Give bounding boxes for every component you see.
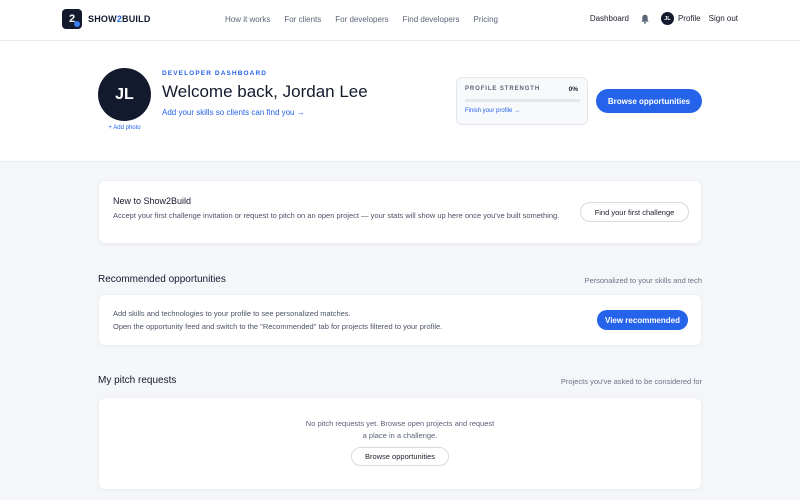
- recommended-section-title: Recommended opportunities: [98, 274, 226, 285]
- pitch-empty-state: No pitch requests yet. Browse open proje…: [99, 418, 701, 441]
- view-recommended-button[interactable]: View recommended: [597, 310, 688, 330]
- profile-avatar[interactable]: JL: [98, 68, 151, 121]
- profile-strength-percent: 0%: [568, 86, 578, 93]
- pitch-empty-line2: a place in a challenge.: [362, 430, 438, 440]
- avatar[interactable]: JL: [660, 12, 674, 25]
- add-photo-link[interactable]: + Add photo: [98, 125, 151, 131]
- pitch-section-title: My pitch requests: [98, 375, 177, 386]
- find-first-challenge-button[interactable]: Find your first challenge: [580, 202, 689, 222]
- add-skills-link[interactable]: Add your skills so clients can find you …: [162, 108, 305, 117]
- nav-for-developers[interactable]: For developers: [335, 15, 388, 24]
- recommended-hint-line1: Add skills and technologies to your prof…: [113, 309, 351, 318]
- onboarding-description: Accept your first challenge invitation o…: [113, 211, 560, 220]
- onboarding-title: New to Show2Build: [113, 196, 192, 206]
- bell-icon[interactable]: [640, 14, 650, 24]
- recommended-hint-line2: Open the opportunity feed and switch to …: [113, 322, 443, 331]
- nav-how-it-works[interactable]: How it works: [225, 15, 270, 24]
- brand-wordmark: SHOW2BUILD: [88, 14, 151, 24]
- profile-strength-label: PROFILE STRENGTH: [465, 86, 541, 92]
- pitch-empty-line1: No pitch requests yet. Browse open proje…: [305, 419, 495, 428]
- nav-for-clients[interactable]: For clients: [284, 15, 321, 24]
- top-navigation: 2 SHOW2BUILD How it works For clients Fo…: [0, 0, 800, 41]
- brand-prefix: SHOW: [88, 14, 117, 24]
- pitch-section-note: Projects you've asked to be considered f…: [560, 377, 702, 386]
- browse-opportunities-button[interactable]: Browse opportunities: [596, 89, 702, 113]
- primary-nav: How it works For clients For developers …: [225, 15, 512, 24]
- brand-suffix: BUILD: [122, 14, 151, 24]
- pitch-requests-card: No pitch requests yet. Browse open proje…: [98, 397, 702, 490]
- nav-profile[interactable]: Profile: [678, 14, 701, 23]
- dashboard-eyebrow: DEVELOPER DASHBOARD: [162, 70, 268, 77]
- logo-dot: [74, 21, 80, 27]
- brand-logo[interactable]: 2 SHOW2BUILD: [62, 9, 151, 29]
- dashboard-hero: JL + Add photo DEVELOPER DASHBOARD Welco…: [0, 41, 800, 162]
- nav-pricing[interactable]: Pricing: [474, 15, 498, 24]
- account-nav: Dashboard JL Profile Sign out: [590, 12, 738, 25]
- profile-strength-card: PROFILE STRENGTH 0% Finish your profile …: [456, 77, 588, 125]
- nav-find-developers[interactable]: Find developers: [403, 15, 460, 24]
- nav-dashboard[interactable]: Dashboard: [590, 14, 629, 23]
- nav-sign-out[interactable]: Sign out: [709, 14, 738, 23]
- browse-opportunities-secondary-button[interactable]: Browse opportunities: [351, 447, 449, 466]
- page-title: Welcome back, Jordan Lee: [162, 82, 368, 101]
- logo-mark-icon: 2: [62, 9, 82, 29]
- recommended-section-note: Personalized to your skills and tech: [584, 276, 702, 285]
- profile-strength-bar: [465, 99, 580, 102]
- finish-profile-link[interactable]: Finish your profile →: [465, 108, 520, 114]
